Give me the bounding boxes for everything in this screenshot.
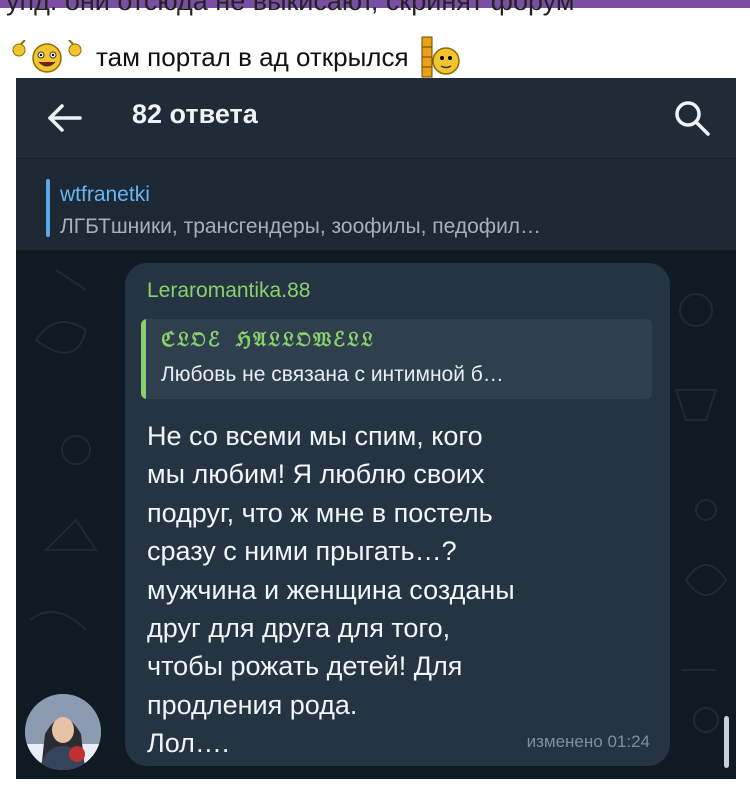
- cropped-post-text: упд: они отсюда не выкисают, скринят фор…: [6, 0, 575, 16]
- smiley-with-door-icon: [419, 35, 463, 79]
- quote-author: ℭ𝔏𝔒ℰ ℌ𝔄𝔏𝔏𝔒𝔚ℰ𝔏𝔏: [161, 327, 375, 351]
- chat-area: Leraromantika.88 ℭ𝔏𝔒ℰ ℌ𝔄𝔏𝔏𝔒𝔚ℰ𝔏𝔏 Любовь н…: [16, 250, 736, 779]
- sender-name[interactable]: Leraromantika.88: [147, 279, 310, 303]
- post-caption: там портал в ад открылся: [10, 35, 463, 79]
- telegram-screenshot: 82 ответа wtfranetki ЛГБТшники, трансген…: [16, 78, 736, 779]
- quote-text: Любовь не связана с интимной б…: [161, 363, 504, 386]
- avatar[interactable]: [25, 694, 101, 770]
- channel-name: wtfranetki: [60, 183, 150, 206]
- quoted-reply[interactable]: ℭ𝔏𝔒ℰ ℌ𝔄𝔏𝔏𝔒𝔚ℰ𝔏𝔏 Любовь не связана с интим…: [141, 319, 652, 399]
- post-preview-text: ЛГБТшники, трансгендеры, зоофилы, педофи…: [60, 215, 542, 238]
- caption-text: там портал в ад открылся: [96, 41, 409, 72]
- arrow-left-icon[interactable]: [44, 100, 84, 136]
- original-post-header[interactable]: wtfranetki ЛГБТшники, трансгендеры, зооф…: [16, 158, 736, 250]
- page-title: 82 ответа: [132, 99, 258, 129]
- quote-accent-bar: [141, 319, 146, 399]
- edited-timestamp: изменено 01:24: [526, 732, 650, 751]
- app-bar: 82 ответа: [16, 78, 736, 158]
- cropped-post-line: упд: они отсюда не выкисают, скринят фор…: [0, 0, 750, 20]
- cheering-smiley-icon: [10, 40, 84, 74]
- message-text: Не со всеми мы спим, кого мы любим! Я лю…: [147, 421, 515, 759]
- scrollbar[interactable]: [724, 716, 729, 768]
- reply-accent-bar: [46, 179, 50, 237]
- search-icon[interactable]: [670, 96, 714, 140]
- message-bubble[interactable]: Leraromantika.88 ℭ𝔏𝔒ℰ ℌ𝔄𝔏𝔏𝔒𝔚ℰ𝔏𝔏 Любовь н…: [125, 263, 670, 766]
